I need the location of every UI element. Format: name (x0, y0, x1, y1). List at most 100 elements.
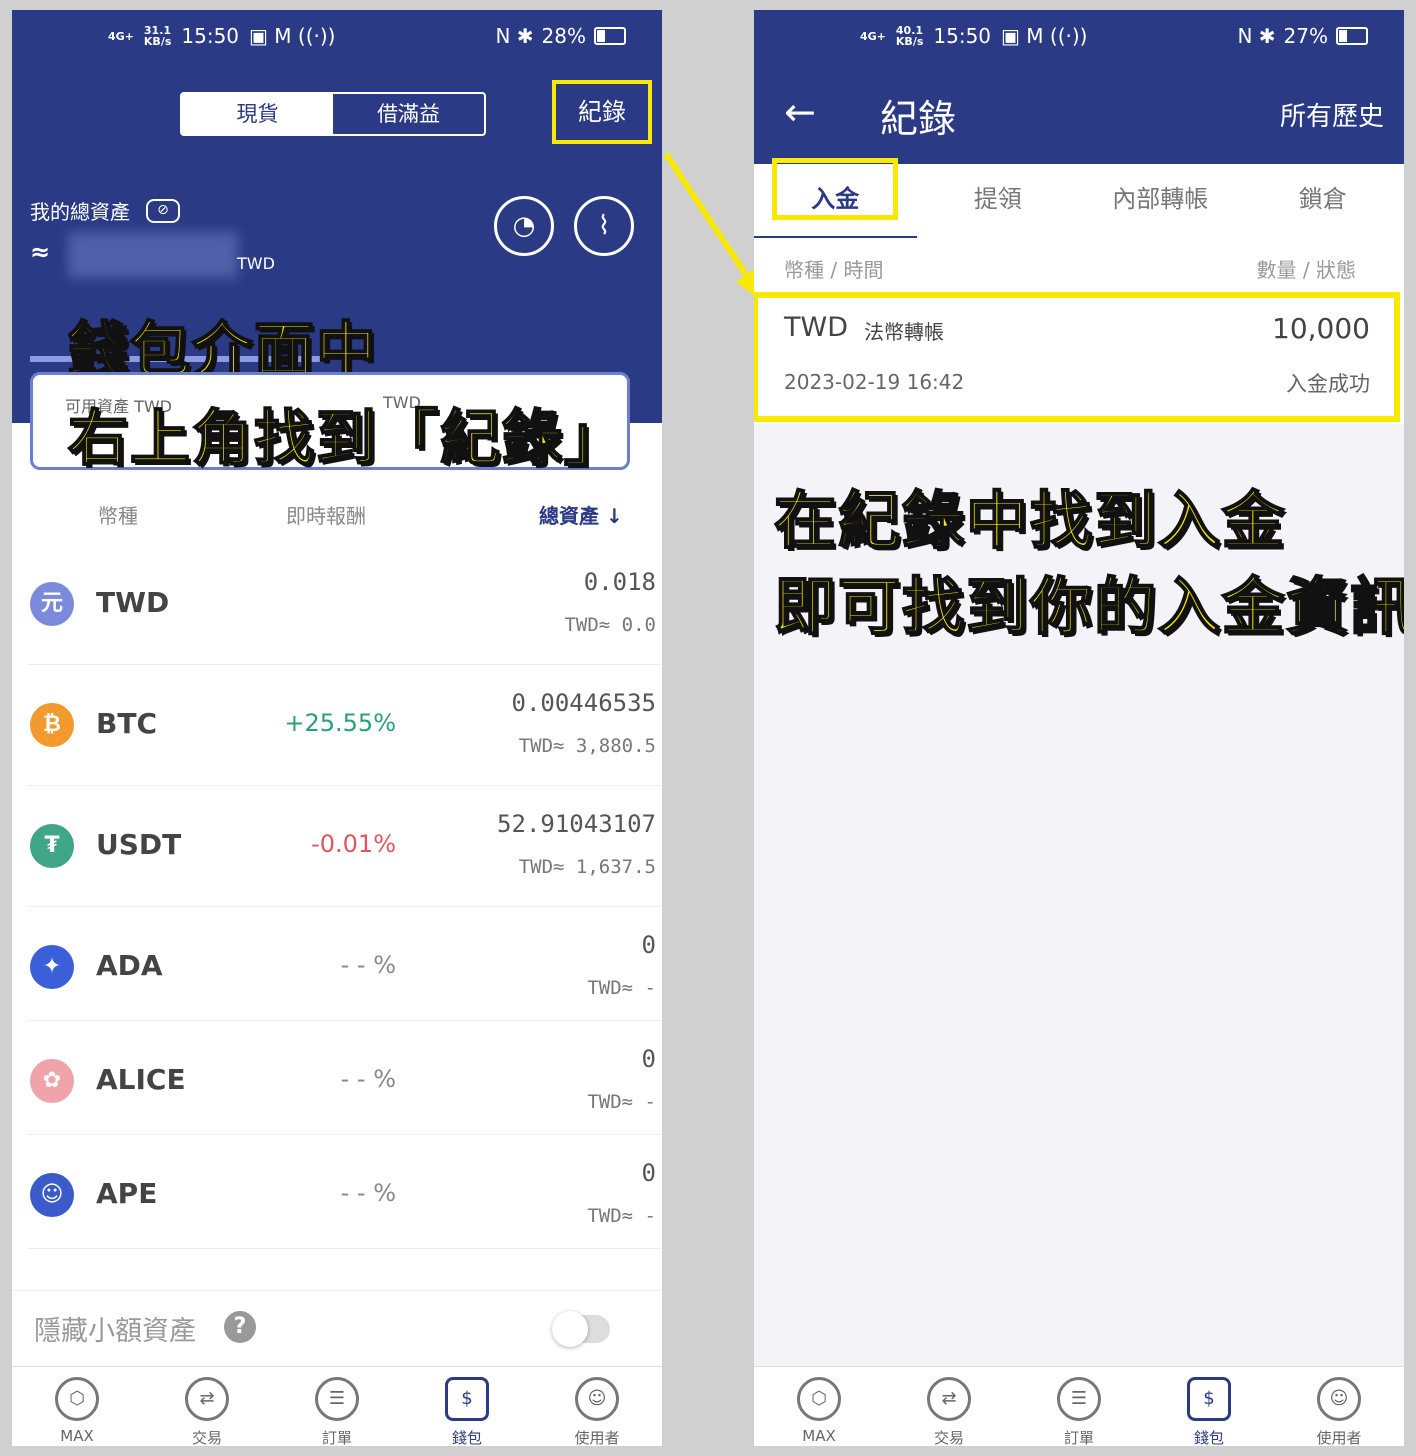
notification-icons: ▣ M ((·)) (1001, 24, 1088, 48)
nav-max[interactable]: ⬡ MAX (754, 1367, 884, 1446)
status-bar: 4G+ 40.1 KB/s 15:50 ▣ M ((·)) N ✱ 27% (754, 10, 1404, 60)
orders-icon: ☰ (1057, 1377, 1101, 1421)
coin-twd-value: TWD≈ 0.0 (564, 614, 656, 636)
coin-name: ADA (96, 949, 163, 982)
coin-pnl: - - % (340, 1179, 396, 1207)
bottom-nav: ⬡ MAX ⇄ 交易 ☰ 訂單 $ 錢包 ☺ 使用者 (754, 1366, 1404, 1446)
battery-icon (594, 27, 626, 45)
hide-balance-icon[interactable]: ⊘ (146, 198, 180, 223)
battery-percent: 27% (1283, 24, 1328, 48)
page-title: 紀錄 (880, 97, 957, 141)
record-highlight (754, 292, 1400, 422)
alice-icon: ✿ (30, 1059, 74, 1103)
asset-row-ape[interactable]: ☺ APE - - % 0 TWD≈ - (28, 1135, 662, 1249)
pie-chart-icon[interactable]: ◔ (494, 196, 554, 256)
nav-orders[interactable]: ☰ 訂單 (272, 1367, 402, 1446)
bottom-nav: ⬡ MAX ⇄ 交易 ☰ 訂單 $ 錢包 ☺ 使用者 (12, 1366, 662, 1446)
coin-twd-value: TWD≈ 3,880.5 (518, 735, 656, 757)
records-button[interactable]: 紀錄 (552, 80, 652, 144)
hide-small-assets-toggle[interactable] (552, 1311, 610, 1347)
coin-twd-value: TWD≈ - (587, 977, 656, 999)
coin-amount: 0 (641, 1159, 656, 1187)
deposit-tab-highlight (772, 158, 898, 220)
tab-margin[interactable]: 借滿益 (333, 94, 484, 134)
all-history-link[interactable]: 所有歷史 (1280, 96, 1384, 133)
clock: 15:50 (181, 24, 240, 48)
records-header: ← 紀錄 所有歷史 (754, 60, 1404, 164)
col-pnl: 即時報酬 (286, 504, 366, 528)
tab-spot[interactable]: 現貨 (182, 94, 333, 134)
tutorial-caption-4: 即可找到你的入金資訊 (773, 569, 1404, 644)
line-chart-icon[interactable]: ⌇ (574, 196, 634, 256)
max-icon: ⬡ (797, 1377, 841, 1421)
asset-row-btc[interactable]: ₿ BTC +25.55% 0.00446535 TWD≈ 3,880.5 (28, 665, 662, 786)
records-column-header: 幣種 / 時間 數量 / 狀態 (754, 238, 1404, 294)
asset-row-ada[interactable]: ✦ ADA - - % 0 TWD≈ - (28, 907, 662, 1021)
user-icon: ☺ (575, 1377, 619, 1421)
col-coin-time: 幣種 / 時間 (784, 258, 884, 282)
records-screen: 4G+ 40.1 KB/s 15:50 ▣ M ((·)) N ✱ 27% ← 紀… (754, 10, 1404, 1446)
battery-percent: 28% (541, 24, 586, 48)
asset-table-header: 幣種 即時報酬 總資產 ↓ (12, 500, 662, 544)
trade-icon: ⇄ (927, 1377, 971, 1421)
notification-icons: ▣ M ((·)) (249, 24, 336, 48)
total-assets-label: 我的總資產 ⊘ (30, 196, 180, 225)
coin-pnl: - - % (340, 951, 396, 979)
nav-user[interactable]: ☺ 使用者 (532, 1367, 662, 1446)
coin-name: USDT (96, 828, 182, 861)
help-icon[interactable]: ? (224, 1311, 256, 1343)
trade-icon: ⇄ (185, 1377, 229, 1421)
status-bar: 4G+ 31.1 KB/s 15:50 ▣ M ((·)) N ✱ 28% (12, 10, 662, 60)
tab-internal-transfer[interactable]: 內部轉帳 (1079, 164, 1242, 238)
wallet-header: 現貨 借滿益 紀錄 我的總資產 ⊘ ≈ TWD ◔ ⌇ 錢包介面中 (12, 60, 662, 423)
tab-withdraw[interactable]: 提領 (917, 164, 1080, 238)
ape-icon: ☺ (30, 1173, 74, 1217)
orders-icon: ☰ (315, 1377, 359, 1421)
battery-icon (1336, 27, 1368, 45)
asset-row-twd[interactable]: 元 TWD 0.018 TWD≈ 0.0 (28, 544, 662, 665)
coin-twd-value: TWD≈ 1,637.5 (518, 856, 656, 878)
approx-icon: ≈ (30, 238, 51, 266)
clock: 15:50 (933, 24, 992, 48)
col-total-sort[interactable]: 總資產 ↓ (539, 500, 623, 529)
twd-icon: 元 (30, 582, 74, 626)
max-icon: ⬡ (55, 1377, 99, 1421)
coin-name: BTC (96, 707, 157, 740)
coin-amount: 0.018 (583, 568, 656, 596)
asset-row-usdt[interactable]: ₮ USDT -0.01% 52.91043107 TWD≈ 1,637.5 (28, 786, 662, 907)
asset-list: 元 TWD 0.018 TWD≈ 0.0 ₿ BTC +25.55% 0.004… (12, 544, 662, 1249)
coin-amount: 52.91043107 (497, 810, 656, 838)
col-coin: 幣種 (98, 504, 138, 528)
coin-amount: 0.00446535 (511, 689, 657, 717)
speed-indicator: 31.1 KB/s (143, 24, 172, 48)
ada-icon: ✦ (30, 945, 74, 989)
asset-row-alice[interactable]: ✿ ALICE - - % 0 TWD≈ - (28, 1021, 662, 1135)
coin-name: APE (96, 1177, 158, 1210)
nav-user[interactable]: ☺ 使用者 (1274, 1367, 1404, 1446)
hide-small-assets-row: 隱藏小額資產 ? (12, 1290, 662, 1367)
nav-max[interactable]: ⬡ MAX (12, 1367, 142, 1446)
coin-amount: 0 (641, 1045, 656, 1073)
blurred-balance (68, 232, 238, 278)
usdt-icon: ₮ (30, 824, 74, 868)
user-icon: ☺ (1317, 1377, 1361, 1421)
nav-orders[interactable]: ☰ 訂單 (1014, 1367, 1144, 1446)
hide-small-assets-label: 隱藏小額資產 (34, 1316, 196, 1347)
tab-lock[interactable]: 鎖倉 (1242, 164, 1405, 238)
nav-wallet[interactable]: $ 錢包 (1144, 1367, 1274, 1446)
speed-indicator: 40.1 KB/s (895, 24, 924, 48)
coin-amount: 0 (641, 931, 656, 959)
network-indicator: 4G+ (860, 29, 886, 43)
back-arrow-icon[interactable]: ← (784, 90, 816, 134)
nav-trade[interactable]: ⇄ 交易 (142, 1367, 272, 1446)
coin-pnl: - - % (340, 1065, 396, 1093)
coin-twd-value: TWD≈ - (587, 1205, 656, 1227)
coin-name: ALICE (96, 1063, 186, 1096)
coin-name: TWD (96, 586, 170, 619)
nfc-bluetooth-icon: N ✱ (495, 24, 534, 48)
nav-trade[interactable]: ⇄ 交易 (884, 1367, 1014, 1446)
wallet-icon: $ (445, 1377, 489, 1421)
tutorial-caption-2: 右上角找到「紀錄」 (67, 403, 626, 475)
nav-wallet[interactable]: $ 錢包 (402, 1367, 532, 1446)
tutorial-caption-3: 在紀錄中找到入金 (773, 483, 1287, 558)
